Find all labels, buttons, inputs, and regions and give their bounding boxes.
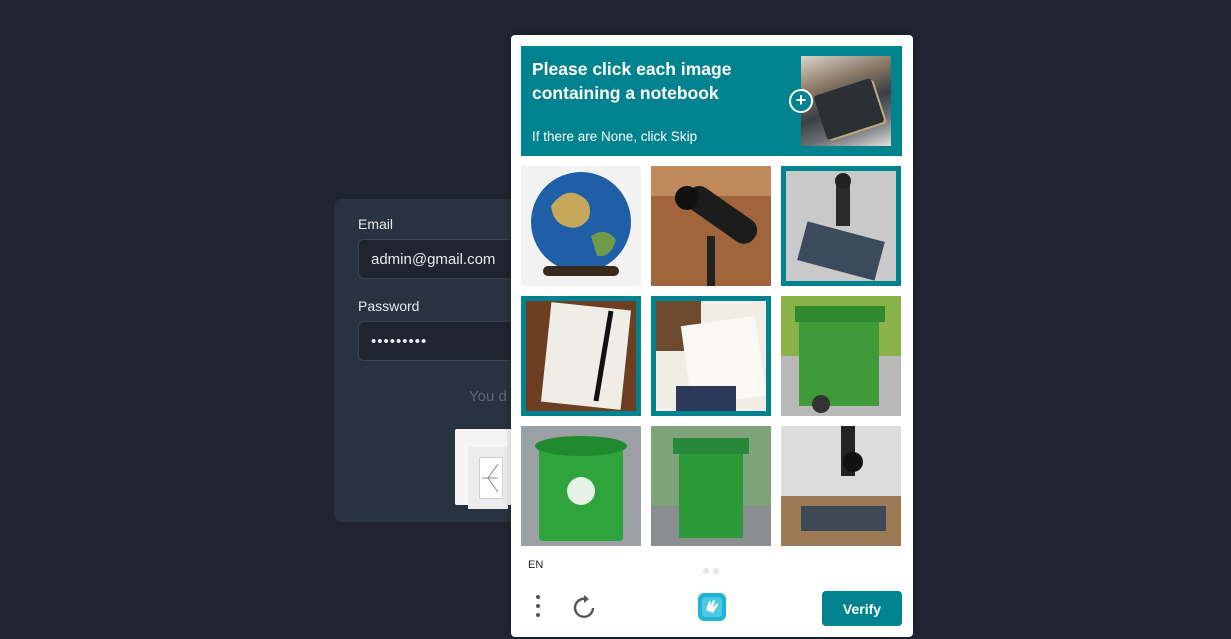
email-label: Email	[358, 216, 394, 232]
prompt-subtitle: If there are None, click Skip	[532, 129, 698, 144]
tile-telescope[interactable]	[651, 166, 771, 286]
chevron-left-icon	[482, 463, 499, 493]
refresh-icon[interactable]	[569, 593, 599, 623]
tile-microscope-selected[interactable]	[781, 166, 901, 286]
hcaptcha-logo-icon	[695, 590, 729, 624]
verify-button[interactable]: Verify	[822, 591, 902, 626]
expand-example-button[interactable]: +	[789, 89, 813, 113]
more-options-icon[interactable]	[529, 592, 547, 622]
tile-trash-bin[interactable]	[651, 426, 771, 546]
captcha-checkbox[interactable]	[479, 457, 503, 499]
captcha-modal: Please click each image containing a not…	[511, 35, 913, 637]
example-image	[801, 56, 891, 146]
tile-open-notebook-selected[interactable]	[651, 296, 771, 416]
pagination-dots	[703, 561, 723, 579]
tile-notebook-pen-selected[interactable]	[521, 296, 641, 416]
captcha-prompt: Please click each image containing a not…	[521, 46, 902, 156]
prompt-title: Please click each image containing a not…	[532, 59, 732, 103]
tile-microscope[interactable]	[781, 426, 901, 546]
muted-text: You d	[469, 388, 507, 405]
password-label: Password	[358, 298, 420, 314]
tile-globe[interactable]	[521, 166, 641, 286]
language-selector[interactable]: EN	[528, 559, 543, 571]
tile-trash-bin[interactable]	[781, 296, 901, 416]
tile-trash-bin[interactable]	[521, 426, 641, 546]
